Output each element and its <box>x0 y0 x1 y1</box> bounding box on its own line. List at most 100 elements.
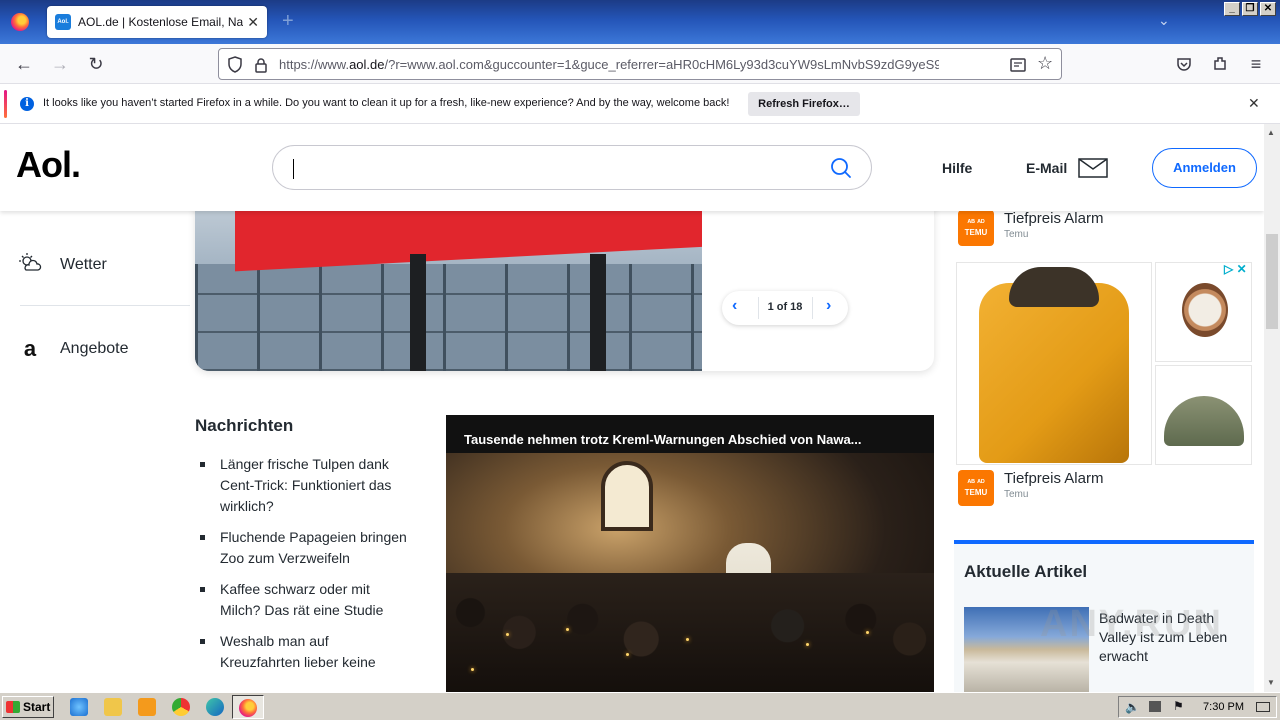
taskbar-firefox-button[interactable] <box>232 695 264 719</box>
carousel-image[interactable] <box>195 184 702 371</box>
jacket-hood <box>1009 267 1099 307</box>
scrollbar-thumb[interactable] <box>1266 234 1278 329</box>
pole <box>590 254 606 371</box>
news-heading: Nachrichten <box>195 416 294 435</box>
close-window-button[interactable]: ✕ <box>1260 2 1276 16</box>
tab-close-icon[interactable]: ✕ <box>247 14 259 31</box>
extensions-icon[interactable] <box>1212 55 1229 72</box>
notification-accent <box>4 90 7 118</box>
minimize-button[interactable]: _ <box>1224 2 1240 16</box>
scroll-down-icon[interactable]: ▼ <box>1267 678 1275 687</box>
ad-temu-bottom[interactable]: ᴬᴮ ᴬᴰ TEMU Tiefpreis Alarm Temu <box>958 470 1103 506</box>
candle <box>506 633 509 636</box>
search-icon[interactable] <box>830 157 852 179</box>
tab-title: AOL.de | Kostenlose Email, Nachrichten <box>78 15 244 29</box>
ad-title: Tiefpreis Alarm <box>1004 470 1104 487</box>
temu-logo: ᴬᴮ ᴬᴰ TEMU <box>958 470 994 506</box>
search-input[interactable] <box>272 145 872 190</box>
divider <box>812 297 813 319</box>
firefox-menu-button[interactable] <box>0 0 40 44</box>
email-link[interactable]: E-Mail <box>1026 160 1067 176</box>
signin-button[interactable]: Anmelden <box>1152 148 1257 188</box>
chevron-left-icon[interactable]: ‹ <box>732 297 737 315</box>
back-arrow-icon[interactable]: ← <box>14 54 34 74</box>
scroll-up-icon[interactable]: ▲ <box>1267 128 1275 137</box>
building-facade <box>195 264 702 371</box>
pole <box>410 254 426 371</box>
chrome-icon[interactable] <box>172 698 190 716</box>
carousel-pager: ‹ 1 of 18 › <box>722 291 848 325</box>
candle <box>806 643 809 646</box>
ad-jacket-image[interactable] <box>956 262 1152 465</box>
window-controls: _ ❐ ✕ <box>1224 2 1276 16</box>
navigation-toolbar: ← → ↻ https://www.aol.de/?r=www.aol.com&… <box>0 44 1280 84</box>
help-link[interactable]: Hilfe <box>942 160 972 176</box>
news-item[interactable]: Weshalb man auf Kreuzfahrten lieber kein… <box>196 631 411 673</box>
featured-carousel[interactable]: ‹ 1 of 18 › <box>195 184 934 371</box>
hamburger-menu-icon[interactable]: ≡ <box>1246 54 1266 74</box>
text-cursor <box>293 159 294 179</box>
notification-icon[interactable] <box>1256 702 1270 712</box>
ad-temu-top[interactable]: ᴬᴮ ᴬᴰ TEMU Tiefpreis Alarm Temu <box>958 210 1103 246</box>
church-window <box>601 461 653 531</box>
volume-icon[interactable]: 🔈 <box>1125 700 1140 714</box>
articles-heading: Aktuelle Artikel <box>964 562 1088 581</box>
ad-watch-image[interactable] <box>1155 262 1252 362</box>
list-tabs-chevron-icon[interactable]: ⌄ <box>1158 12 1170 29</box>
rail-item-offers[interactable]: a Angebote <box>18 336 129 362</box>
news-item[interactable]: Fluchende Papageien bringen Zoo zum Verz… <box>196 527 411 569</box>
candle <box>866 631 869 634</box>
news-list: Länger frische Tulpen dank Cent-Trick: F… <box>196 454 411 683</box>
carousel-counter: 1 of 18 <box>767 301 803 313</box>
news-item[interactable]: Kaffee schwarz oder mit Milch? Das rät e… <box>196 579 411 621</box>
new-tab-button[interactable]: + <box>282 10 294 33</box>
reload-icon[interactable]: ↻ <box>86 54 106 74</box>
video-player[interactable]: Tausende nehmen trotz Kreml-Warnungen Ab… <box>446 415 934 692</box>
folder-icon[interactable] <box>104 698 122 716</box>
tracking-shield-icon[interactable] <box>227 56 243 73</box>
rail-item-weather[interactable]: Wetter <box>18 251 107 278</box>
aol-logo[interactable]: Aol. <box>16 144 81 186</box>
tab-strip: Aol. AOL.de | Kostenlose Email, Nachrich… <box>0 0 1280 44</box>
mail-icon[interactable] <box>1078 158 1108 178</box>
restore-button[interactable]: ❐ <box>1242 2 1258 16</box>
tab-aol[interactable]: Aol. AOL.de | Kostenlose Email, Nachrich… <box>47 6 267 38</box>
candle <box>686 638 689 641</box>
reader-view-icon[interactable] <box>1010 57 1026 73</box>
amazon-icon: a <box>23 336 37 361</box>
candle <box>626 653 629 656</box>
lock-icon[interactable] <box>254 57 268 73</box>
url-text[interactable]: https://www.aol.de/?r=www.aol.com&guccou… <box>279 57 939 72</box>
candle <box>471 668 474 671</box>
ad-image-grid[interactable]: ▷ ✕ <box>956 262 1252 465</box>
aol-favicon-icon: Aol. <box>55 14 71 30</box>
page-scrollbar[interactable]: ▲ ▼ <box>1264 124 1280 692</box>
firefox-icon <box>11 13 29 31</box>
chevron-right-icon[interactable]: › <box>826 297 831 315</box>
notification-close-icon[interactable]: ✕ <box>1248 95 1260 112</box>
watch <box>1182 283 1228 337</box>
url-bar[interactable]: https://www.aol.de/?r=www.aol.com&guccou… <box>218 48 1062 80</box>
ad-title: Tiefpreis Alarm <box>1004 210 1104 227</box>
pocket-icon[interactable] <box>1176 56 1192 72</box>
system-tray: 🔈 ⚑ 7:30 PM <box>1118 696 1277 718</box>
windows-flag-icon <box>6 701 20 713</box>
media-player-icon[interactable] <box>138 698 156 716</box>
cap <box>1164 396 1244 446</box>
video-frame[interactable] <box>446 453 934 692</box>
watermark: ANY.RUN <box>1040 603 1223 645</box>
edge-icon[interactable] <box>206 698 224 716</box>
rail-item-label: Wetter <box>60 255 107 273</box>
jacket <box>979 283 1129 463</box>
forward-arrow-icon[interactable]: → <box>50 54 70 74</box>
refresh-firefox-button[interactable]: Refresh Firefox… <box>748 92 860 116</box>
flag-icon[interactable]: ⚑ <box>1173 699 1184 713</box>
adchoices-icon[interactable]: ▷ ✕ <box>1224 262 1247 276</box>
bookmark-star-icon[interactable]: ☆ <box>1037 53 1053 74</box>
firefox-icon <box>239 699 257 717</box>
ad-cap-image[interactable] <box>1155 365 1252 465</box>
network-icon[interactable] <box>1149 701 1161 712</box>
news-item[interactable]: Länger frische Tulpen dank Cent-Trick: F… <box>196 454 411 517</box>
start-button[interactable]: Start <box>2 696 54 718</box>
ie-icon[interactable] <box>70 698 88 716</box>
